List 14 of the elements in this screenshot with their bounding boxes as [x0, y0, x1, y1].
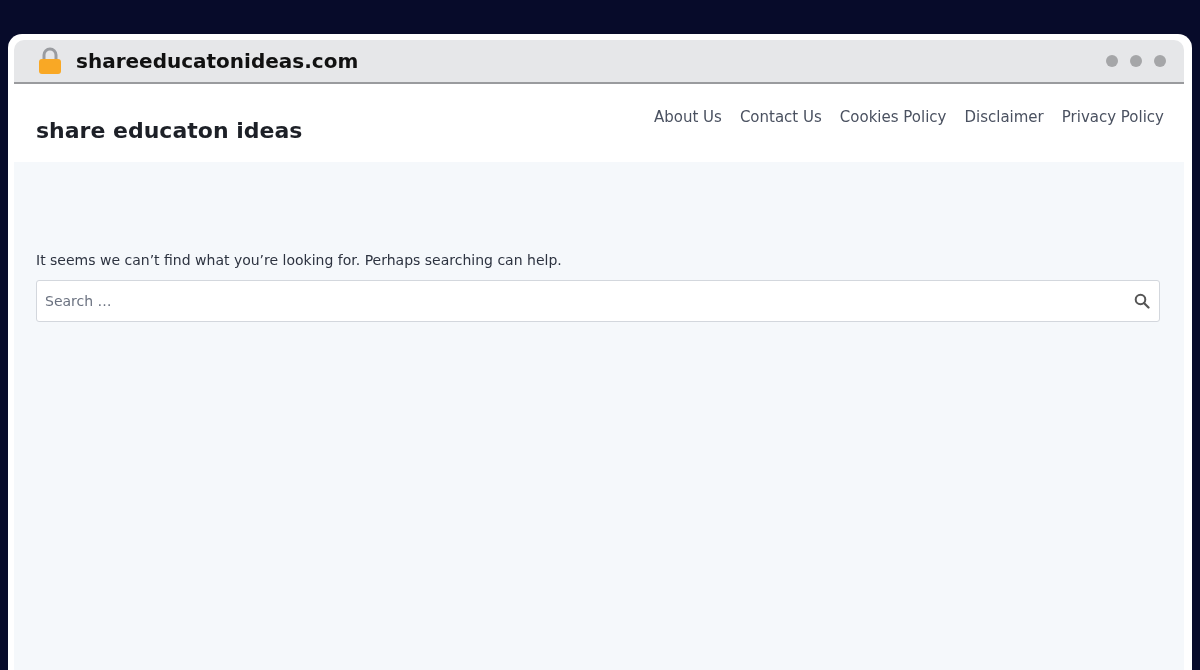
not-found-message: It seems we can’t find what you’re looking for. Perhaps searching can help.	[36, 252, 563, 268]
search-field[interactable]: Search …	[36, 280, 1160, 322]
nav-link[interactable]: Disclaimer	[964, 108, 1044, 126]
window-dot[interactable]	[1130, 55, 1142, 67]
nav-link[interactable]: Cookies Policy	[839, 108, 947, 126]
address-text: shareeducatonideas.com	[76, 49, 360, 73]
nav-link[interactable]: Privacy Policy	[1061, 108, 1164, 126]
window-dot[interactable]	[1106, 55, 1118, 67]
nav-link[interactable]: About Us	[653, 108, 722, 126]
search-icon[interactable]	[1134, 293, 1150, 309]
padlock-icon	[38, 47, 62, 75]
window-dot[interactable]	[1154, 55, 1166, 67]
nav-link[interactable]: Contact Us	[739, 108, 822, 126]
site-title[interactable]: share educaton ideas	[36, 117, 303, 143]
